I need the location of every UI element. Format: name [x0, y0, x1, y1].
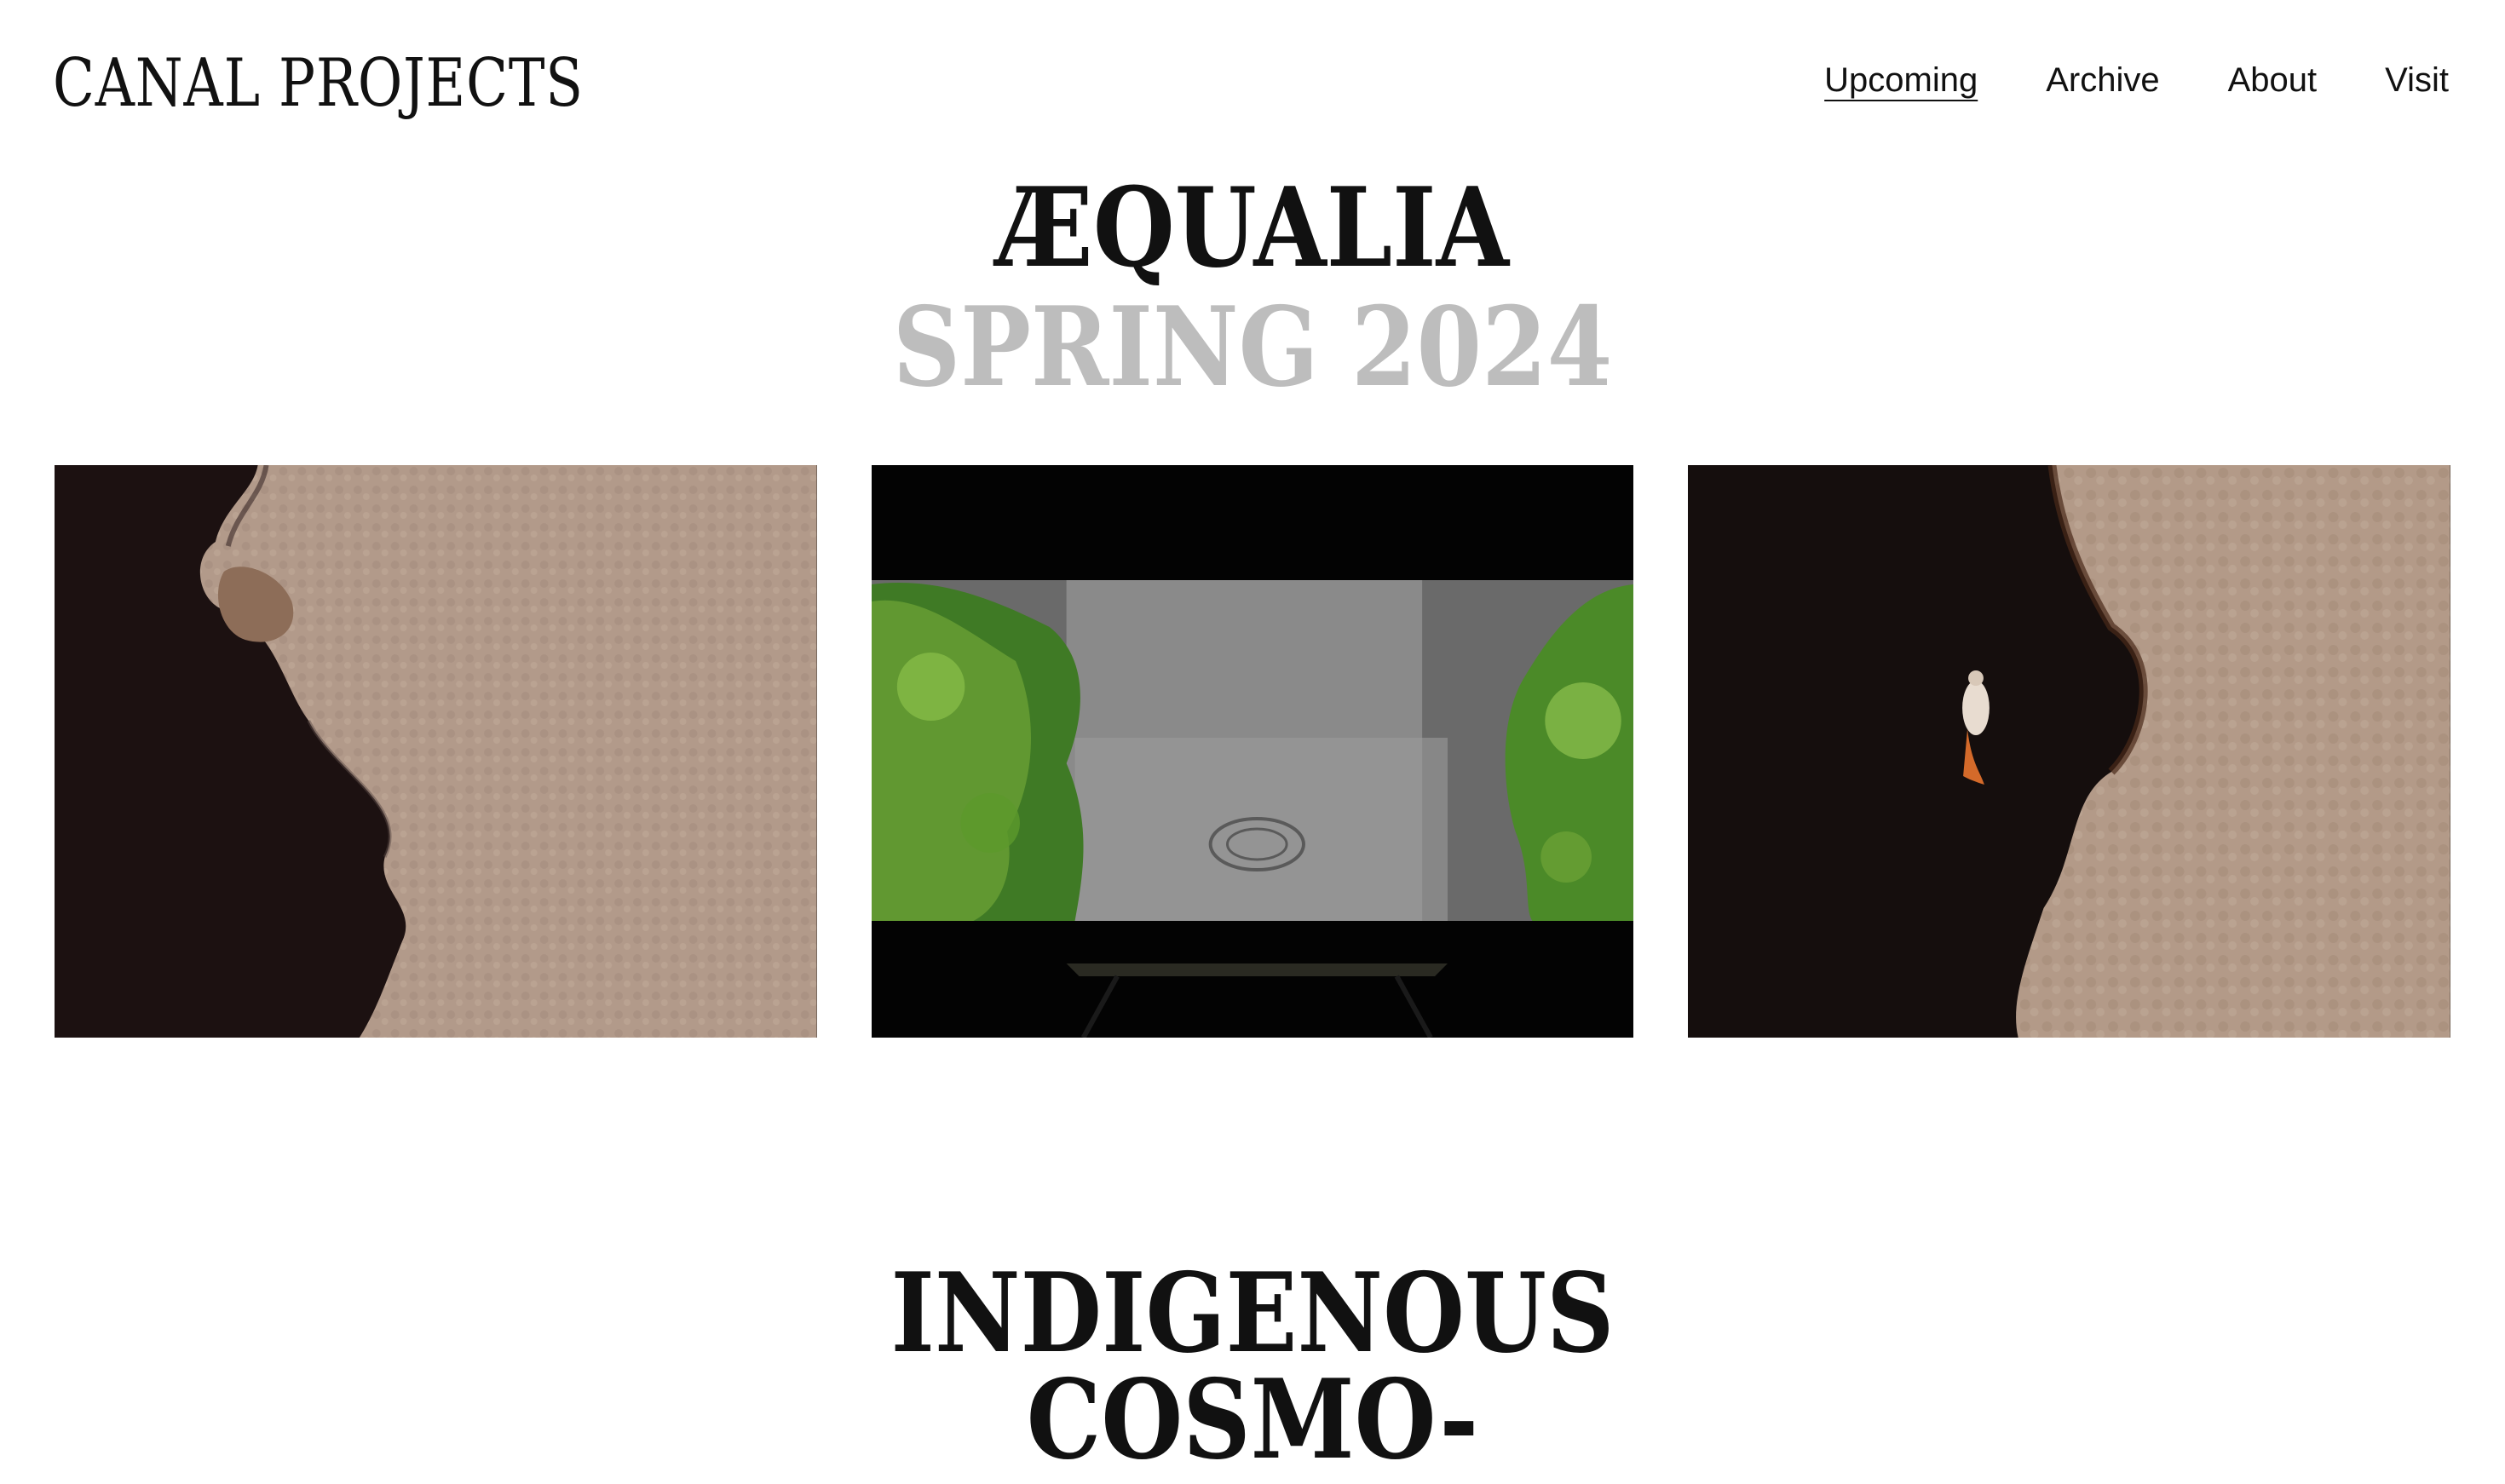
site-header: CANAL PROJECTS Upcoming Archive About Vi…: [0, 0, 2505, 170]
exhibition-gallery: [55, 465, 2451, 1038]
gallery-image-installation[interactable]: [871, 465, 1634, 1038]
next-exhibition-title-line2[interactable]: COSMO-: [176, 1363, 2329, 1477]
river-confluence-image: [55, 465, 817, 1038]
installation-image: [871, 465, 1634, 1038]
gallery-image-river-swimmer[interactable]: [1688, 465, 2451, 1038]
exhibition-title[interactable]: ÆQUALIA: [176, 170, 2329, 286]
next-exhibition-title-line1[interactable]: INDIGENOUS: [176, 1257, 2329, 1371]
nav-item-archive[interactable]: Archive: [2046, 55, 2159, 106]
gallery-image-river-confluence[interactable]: [55, 465, 817, 1038]
main-nav: Upcoming Archive About Visit: [1824, 55, 2449, 106]
site-logo[interactable]: CANAL PROJECTS: [53, 41, 584, 126]
nav-item-upcoming[interactable]: Upcoming: [1824, 55, 1978, 106]
river-swimmer-image: [1688, 465, 2451, 1038]
nav-item-about[interactable]: About: [2228, 55, 2318, 106]
exhibition-season: SPRING 2024: [892, 284, 1613, 411]
nav-item-visit[interactable]: Visit: [2385, 55, 2449, 106]
